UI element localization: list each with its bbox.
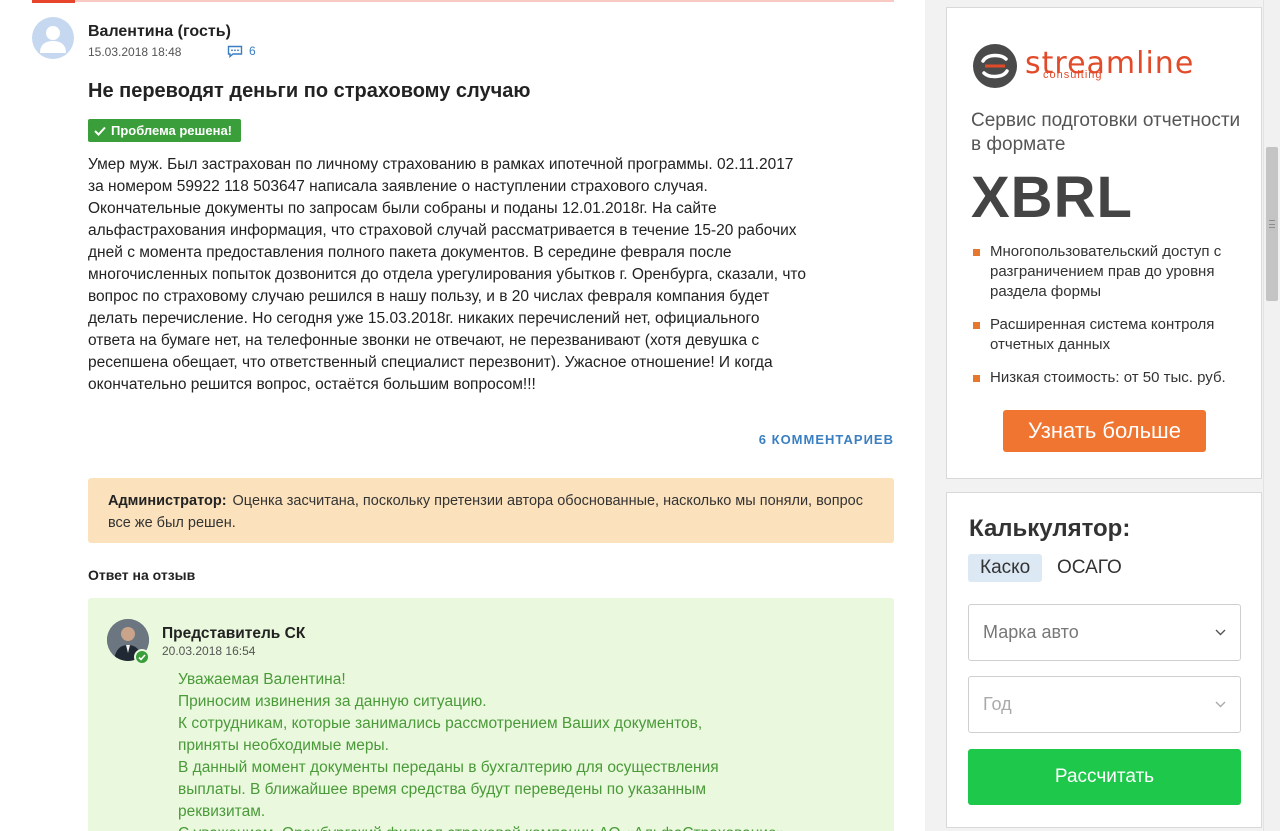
year-placeholder: Год [983, 694, 1012, 714]
scrollbar-grip-icon [1269, 220, 1275, 228]
review-body-line: многочисленных попыток дозвонится до отд… [88, 266, 806, 283]
user-silhouette-icon [40, 26, 66, 53]
review-column: Валентина (гость) 15.03.2018 18:48 6 Не … [0, 0, 925, 831]
reply-line: Уважаемая Валентина! [178, 671, 346, 688]
ad-feature-item: Расширенная система контроля отчетных да… [973, 315, 1253, 355]
review-body-line: дней с момента предоставления полного па… [88, 244, 732, 261]
square-bullet-icon [973, 249, 980, 256]
comments-link[interactable]: 6 КОММЕНТАРИЕВ [759, 432, 894, 447]
ad-feature-text: Расширенная система контроля отчетных да… [990, 316, 1215, 353]
reply-date: 20.03.2018 16:54 [162, 644, 256, 658]
review-title: Не переводят деньги по страховому случаю [88, 80, 531, 102]
reply-line: реквизитам. [178, 803, 266, 820]
review-author[interactable]: Валентина (гость) [88, 23, 231, 41]
car-brand-select[interactable]: Марка авто [968, 604, 1241, 661]
reply-line: выплаты. В ближайшее время средства буду… [178, 781, 706, 798]
checkmark-icon [94, 126, 106, 136]
ad-headline: XBRL [971, 165, 1133, 230]
ad-feature-text: Многопользовательский доступ с разгранич… [990, 243, 1222, 300]
year-select[interactable]: Год [968, 676, 1241, 733]
top-divider [32, 0, 894, 2]
car-brand-placeholder: Марка авто [983, 622, 1079, 642]
square-bullet-icon [973, 322, 980, 329]
square-bullet-icon [973, 375, 980, 382]
reply-line: В данный момент документы переданы в бух… [178, 759, 719, 776]
calculator-title: Калькулятор: [969, 515, 1131, 542]
review-body-line: делать перечисление. Но сегодня уже 15.0… [88, 310, 760, 327]
reply-text: Уважаемая Валентина! Приносим извинения … [178, 669, 818, 831]
comment-count: 6 [249, 44, 256, 58]
tab-osago[interactable]: ОСАГО [1045, 554, 1134, 582]
solved-status-label: Проблема решена! [111, 123, 233, 138]
reply-line: приняты необходимые меры. [178, 737, 389, 754]
tab-kasko[interactable]: Каско [968, 554, 1043, 582]
top-divider-accent [32, 0, 75, 3]
review-body-line: за номером 59922 118 503647 написала зая… [88, 178, 708, 195]
review-body-line: ответа на бумаге нет, на телефонные звон… [88, 332, 760, 349]
admin-note: Администратор: Оценка засчитана, поскольк… [88, 478, 894, 543]
chevron-down-icon [1215, 701, 1226, 708]
ad-feature-item: Многопользовательский доступ с разгранич… [973, 242, 1253, 302]
review-body-line: окончательно решится вопрос, остаётся бо… [88, 376, 536, 393]
review-body-line: альфастрахования информация, что страхов… [88, 222, 797, 239]
company-reply: Представитель СК 20.03.2018 16:54 Уважае… [88, 598, 894, 831]
streamline-logo-icon [973, 44, 1017, 88]
calculate-button[interactable]: Рассчитать [968, 749, 1241, 805]
ad-feature-text: Низкая стоимость: от 50 тыс. руб. [990, 369, 1226, 386]
review-body-line: Умер муж. Был застрахован по личному стр… [88, 156, 794, 173]
learn-more-button[interactable]: Узнать больше [1003, 410, 1206, 452]
review-body-line: Окончательные документы по запросам были… [88, 200, 717, 217]
calculator-widget: Калькулятор: Каско ОСАГО Марка авто Год … [946, 492, 1262, 828]
ad-tagline: Сервис подготовки отчетности в формате [971, 110, 1241, 155]
reply-line: С уважением, Оренбургский филиал страхов… [178, 823, 818, 831]
ad-brand-subtitle: consulting [1043, 69, 1103, 81]
review-body-line: ресепшена обещает, что ответственный спе… [88, 354, 773, 371]
reply-heading: Ответ на отзыв [88, 567, 196, 583]
comment-count-link[interactable]: 6 [227, 44, 256, 58]
speech-bubble-icon [227, 45, 243, 58]
review-body: Умер муж. Был застрахован по личному стр… [88, 154, 888, 396]
chevron-down-icon [1215, 629, 1226, 636]
ad-feature-list: Многопользовательский доступ с разгранич… [973, 242, 1253, 401]
review-date: 15.03.2018 18:48 [88, 45, 182, 59]
reply-line: Приносим извинения за данную ситуацию. [178, 693, 487, 710]
reply-line: К сотрудникам, которые занимались рассмо… [178, 715, 703, 732]
reply-author: Представитель СК [162, 625, 306, 642]
streamline-ad-banner[interactable]: streamline consulting Сервис подготовки … [946, 7, 1262, 479]
verified-icon [134, 649, 150, 665]
page-scrollbar[interactable] [1263, 0, 1280, 831]
ad-feature-item: Низкая стоимость: от 50 тыс. руб. [973, 368, 1253, 388]
review-body-line: вопрос по страховому случаю решился в на… [88, 288, 770, 305]
scrollbar-thumb[interactable] [1266, 147, 1278, 301]
solved-status-badge: Проблема решена! [88, 119, 242, 142]
guest-avatar [32, 17, 74, 59]
admin-note-label: Администратор: [108, 493, 227, 509]
